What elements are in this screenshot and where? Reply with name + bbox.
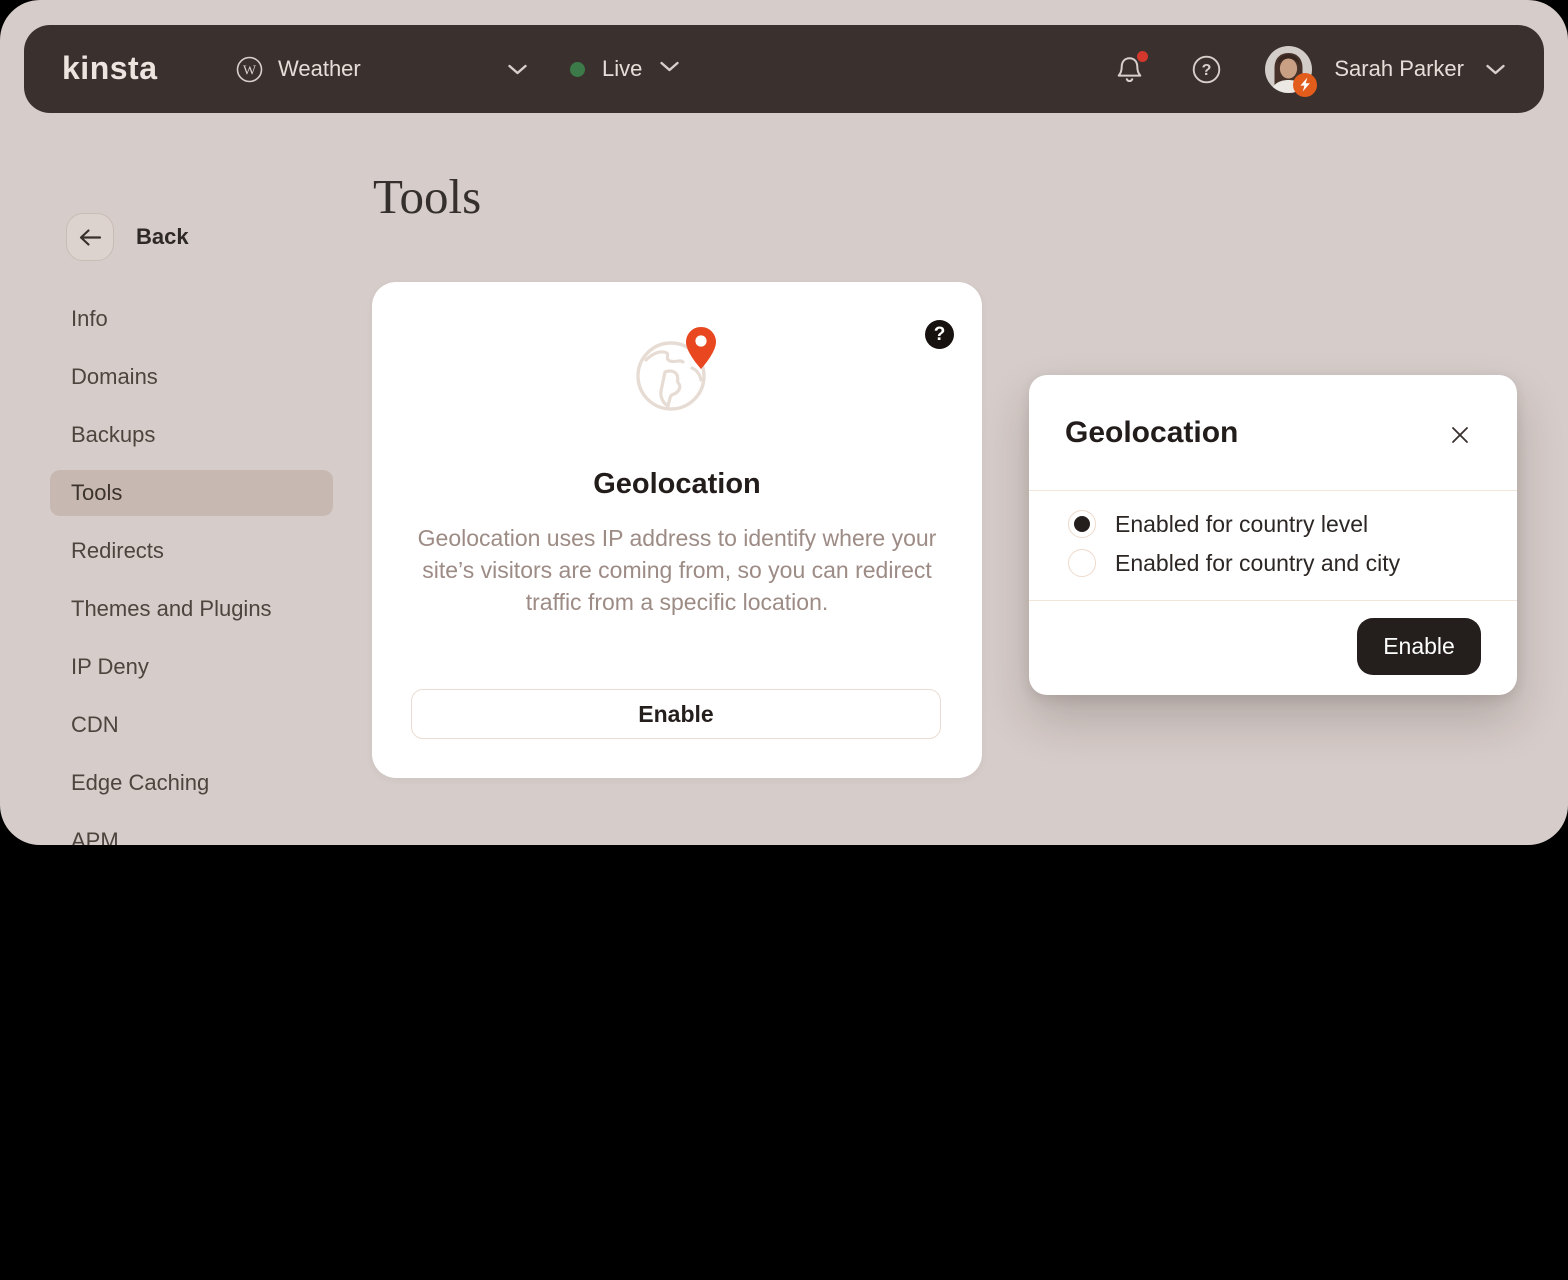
notifications-button[interactable] — [1116, 55, 1143, 84]
environment-name: Live — [602, 56, 642, 82]
chevron-down-icon — [507, 63, 528, 76]
svg-text:W: W — [243, 63, 257, 78]
globe-with-pin-icon — [634, 324, 720, 421]
sidebar-item-domains[interactable]: Domains — [50, 354, 333, 400]
radio-label: Enabled for country level — [1115, 511, 1368, 538]
screen: kinsta W Weather Live — [0, 0, 1568, 1280]
card-help-button[interactable]: ? — [925, 320, 954, 349]
sidebar-item-redirects[interactable]: Redirects — [50, 528, 333, 574]
user-avatar[interactable] — [1265, 46, 1312, 93]
site-name: Weather — [278, 56, 361, 82]
radio-button-icon — [1068, 510, 1096, 538]
divider — [1029, 600, 1517, 601]
geolocation-modal: Geolocation Enabled for country level En… — [1029, 375, 1517, 695]
radio-label: Enabled for country and city — [1115, 550, 1400, 577]
lightning-bolt-icon — [1293, 73, 1317, 97]
sidebar-item-backups[interactable]: Backups — [50, 412, 333, 458]
app-window: kinsta W Weather Live — [0, 0, 1568, 845]
live-status-dot — [570, 62, 585, 77]
sidebar-item-tools[interactable]: Tools — [50, 470, 333, 516]
topbar-actions: ? — [1116, 25, 1506, 113]
radio-button-icon — [1068, 549, 1096, 577]
modal-enable-button[interactable]: Enable — [1357, 618, 1481, 675]
back-button[interactable] — [66, 213, 114, 261]
help-button[interactable]: ? — [1192, 55, 1221, 84]
sidebar-menu: Info Domains Backups Tools Redirects The… — [50, 296, 333, 845]
card-enable-button[interactable]: Enable — [411, 689, 941, 739]
divider — [1029, 490, 1517, 491]
environment-selector-dropdown[interactable]: Live — [570, 25, 680, 113]
radio-country-and-city[interactable]: Enabled for country and city — [1068, 549, 1400, 577]
chevron-down-icon — [659, 60, 680, 78]
wordpress-icon: W — [236, 56, 263, 83]
sidebar-item-edge-caching[interactable]: Edge Caching — [50, 760, 333, 806]
sidebar-item-apm[interactable]: APM — [50, 818, 333, 845]
svg-text:?: ? — [1202, 62, 1212, 79]
sidebar-item-info[interactable]: Info — [50, 296, 333, 342]
back-label: Back — [136, 224, 189, 250]
page-title: Tools — [373, 168, 481, 225]
site-selector-dropdown[interactable]: W Weather — [236, 25, 528, 113]
card-title: Geolocation — [372, 468, 982, 501]
user-menu-chevron[interactable] — [1485, 63, 1506, 76]
arrow-left-icon — [77, 228, 103, 247]
notification-dot — [1137, 51, 1148, 62]
card-description: Geolocation uses IP address to identify … — [416, 522, 938, 618]
kinsta-logo: kinsta — [62, 50, 157, 87]
user-name: Sarah Parker — [1334, 56, 1464, 82]
radio-country-level[interactable]: Enabled for country level — [1068, 510, 1368, 538]
question-circle-icon: ? — [1192, 55, 1221, 84]
sidebar-item-themes-and-plugins[interactable]: Themes and Plugins — [50, 586, 333, 632]
topbar: kinsta W Weather Live — [24, 25, 1544, 113]
chevron-down-icon — [1485, 63, 1506, 76]
modal-close-button[interactable] — [1449, 424, 1471, 446]
modal-title: Geolocation — [1065, 416, 1238, 450]
sidebar-item-cdn[interactable]: CDN — [50, 702, 333, 748]
sidebar-item-ip-deny[interactable]: IP Deny — [50, 644, 333, 690]
close-icon — [1450, 425, 1470, 445]
geolocation-card: ? Geolocation Geolocation uses IP addres… — [372, 282, 982, 778]
